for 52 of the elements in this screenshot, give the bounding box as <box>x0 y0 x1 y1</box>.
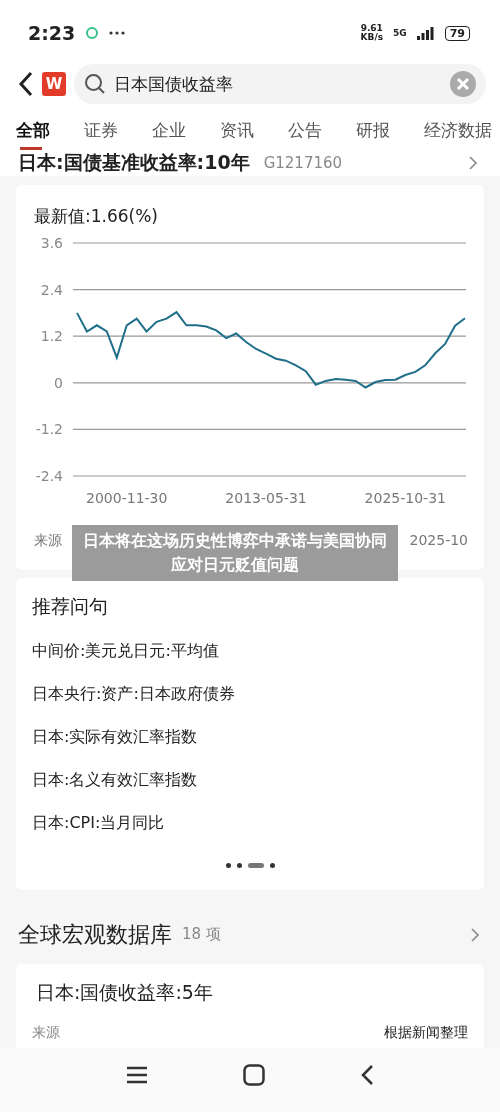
battery-level: 79 <box>444 25 470 41</box>
menu-icon[interactable] <box>126 1066 148 1084</box>
latest-value: 最新值:1.66(%) <box>34 205 159 229</box>
category-tab[interactable]: 经济数据 <box>424 110 492 150</box>
section-title: 推荐问句 <box>32 594 109 619</box>
sync-icon <box>85 26 100 40</box>
category-tab[interactable]: 全部 <box>16 110 50 150</box>
section-title: 全球宏观数据库 <box>18 921 172 949</box>
home-icon[interactable] <box>243 1064 265 1086</box>
suggested-query[interactable]: 日本:名义有效汇率指数 <box>32 759 468 802</box>
x-tick-label: 2013-05-31 <box>225 490 307 507</box>
source-label: 来源 <box>32 1024 60 1042</box>
suggested-query[interactable]: 日本:实际有效汇率指数 <box>32 716 468 759</box>
y-tick-label: 3.6 <box>40 235 63 252</box>
clock: 2:23 <box>28 22 76 44</box>
y-tick-label: 2.4 <box>40 281 63 298</box>
headline-banner: 日本将在这场历史性博弈中承诺与美国协同应对日元贬值问题 <box>72 525 398 581</box>
y-tick-label: -2.4 <box>35 468 63 485</box>
chevron-right-icon[interactable] <box>470 927 480 943</box>
page-dot[interactable] <box>225 863 231 868</box>
search-icon <box>84 73 106 95</box>
x-tick-label: 2025-10-31 <box>364 490 446 507</box>
chevron-right-icon[interactable] <box>468 155 478 171</box>
network-type: 5G <box>393 28 407 38</box>
x-tick-label: 2000-11-30 <box>86 490 168 507</box>
indicator-title: 日本:国债基准收益率:10年 <box>18 150 250 175</box>
source-value: 根据新闻整理 <box>384 1024 468 1042</box>
date-range: 2025-10 <box>409 532 468 551</box>
category-tab[interactable]: 研报 <box>356 110 390 150</box>
category-tab[interactable]: 公告 <box>288 110 322 150</box>
category-tab[interactable]: 资讯 <box>220 110 254 150</box>
suggested-query[interactable]: 日本:CPI:当月同比 <box>32 802 468 845</box>
signal-icon <box>416 26 435 40</box>
more-icon <box>109 31 126 35</box>
indicator-code: G1217160 <box>263 154 344 172</box>
y-tick-label: -1.2 <box>35 421 63 438</box>
network-speed: 9.61 KB/s <box>360 24 384 42</box>
source-label: 来源 <box>34 532 62 551</box>
suggested-query[interactable]: 日本央行:资产:日本政府债券 <box>32 673 468 716</box>
back-icon[interactable] <box>360 1064 374 1086</box>
y-tick-label: 1.2 <box>40 328 63 345</box>
dataset-title[interactable]: 日本:国债收益率:5年 <box>36 980 468 1006</box>
app-logo: W <box>42 72 66 96</box>
page-dot[interactable] <box>269 863 275 868</box>
y-tick-label: 0 <box>54 375 63 392</box>
category-tab[interactable]: 企业 <box>152 110 186 150</box>
category-tab[interactable]: 证券 <box>84 110 118 150</box>
search-field[interactable]: 日本国债收益率 <box>74 64 486 104</box>
back-button[interactable] <box>18 71 34 97</box>
page-dot[interactable] <box>236 863 242 868</box>
suggested-query[interactable]: 中间价:美元兑日元:平均值 <box>32 630 468 673</box>
item-count: 18 项 <box>182 925 222 945</box>
